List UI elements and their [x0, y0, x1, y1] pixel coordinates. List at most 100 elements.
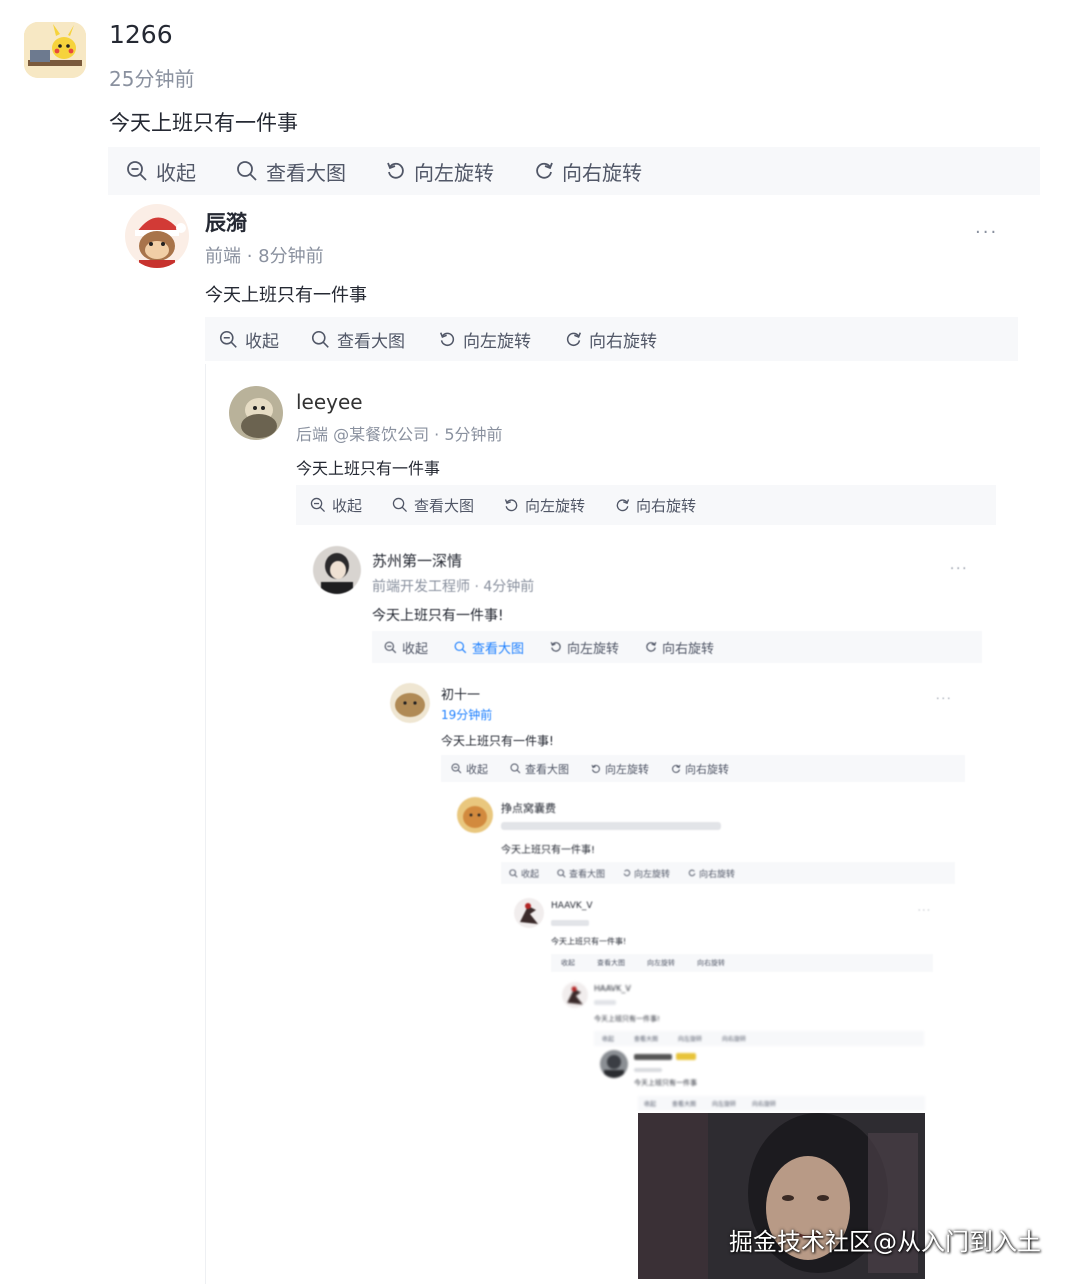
view-large-button[interactable]: 查看大图 [634, 1034, 658, 1043]
rotate-right-button[interactable]: 向右旋转 [671, 761, 729, 777]
post-content: 今天上班只有一件事! [501, 845, 596, 856]
rotate-left-button[interactable]: 向左旋转 [386, 157, 494, 186]
author-name[interactable]: leeyee [296, 390, 363, 414]
post-time-placeholder [551, 920, 589, 926]
rotate-right-button[interactable]: 向右旋转 [565, 327, 657, 352]
author-name[interactable]: HAAVK_V [594, 984, 631, 993]
avatar[interactable] [229, 386, 283, 440]
collapse-button[interactable]: 收起 [602, 1034, 614, 1043]
author-meta: 后端 @某餐饮公司 · 5分钟前 [296, 425, 503, 444]
search-icon [454, 641, 467, 653]
view-large-button[interactable]: 查看大图 [311, 327, 405, 352]
image-toolbar: 收起 查看大图 向左旋转 向右旋转 [551, 954, 933, 972]
avatar[interactable] [457, 797, 493, 833]
more-icon[interactable]: ··· [936, 692, 953, 705]
view-large-label: 查看大图 [525, 762, 569, 776]
rotate-left-button[interactable]: 向左旋转 [712, 1099, 736, 1108]
rotate-right-button[interactable]: 向右旋转 [752, 1099, 776, 1108]
collapse-label: 收起 [332, 496, 363, 515]
rotate-left-button[interactable]: 向左旋转 [623, 867, 670, 880]
avatar[interactable] [600, 1050, 628, 1078]
image-toolbar: 收起 查看大图 向左旋转 向右旋转 [108, 147, 1040, 195]
rotate-left-label: 向左旋转 [414, 160, 494, 185]
search-icon [237, 161, 257, 181]
rotate-right-button[interactable]: 向右旋转 [534, 157, 642, 186]
more-icon[interactable]: ··· [950, 562, 968, 577]
rotate-right-icon [646, 641, 657, 652]
post-time-placeholder [594, 1000, 616, 1005]
collapse-button[interactable]: 收起 [310, 495, 362, 516]
watermark: 掘金技术社区@从入门到入土 [729, 1228, 1041, 1256]
author-name[interactable]: 苏州第一深情 [372, 550, 462, 571]
avatar[interactable] [24, 22, 86, 78]
image-toolbar: 收起 查看大图 向左旋转 向右旋转 [372, 631, 982, 663]
rotate-right-button[interactable]: 向右旋转 [615, 495, 696, 516]
collapse-button[interactable]: 收起 [451, 761, 488, 777]
post-content: 今天上班只有一件事 [109, 111, 298, 135]
rotate-right-icon [536, 162, 553, 179]
more-icon[interactable]: ··· [975, 222, 998, 243]
rotate-right-icon [566, 331, 582, 346]
collapse-button[interactable]: 收起 [126, 157, 196, 186]
author-name[interactable]: 初十一 [441, 684, 480, 703]
rotate-left-label: 向左旋转 [463, 331, 531, 352]
view-large-button[interactable]: 查看大图 [236, 157, 346, 186]
collapse-label: 收起 [156, 160, 196, 185]
view-large-button[interactable]: 查看大图 [454, 638, 524, 657]
rotate-left-button[interactable]: 向左旋转 [647, 958, 675, 968]
view-large-label: 查看大图 [414, 496, 475, 515]
rotate-left-label: 向左旋转 [525, 496, 586, 515]
collapse-button[interactable]: 收起 [219, 327, 279, 352]
collapse-label: 收起 [402, 641, 429, 657]
collapse-button[interactable]: 收起 [509, 867, 539, 880]
post-content: 今天上班只有一件事! [594, 1015, 660, 1023]
avatar[interactable] [562, 982, 588, 1008]
collapse-label: 收起 [521, 869, 540, 880]
rotate-left-button[interactable]: 向左旋转 [591, 761, 649, 777]
author-name[interactable]: 挣点窝囊费 [501, 800, 556, 816]
avatar[interactable] [390, 683, 430, 723]
more-icon[interactable]: ··· [918, 906, 932, 915]
rotate-right-button[interactable]: 向右旋转 [688, 867, 735, 880]
zoom-out-icon [219, 330, 237, 348]
collapse-button[interactable]: 收起 [561, 958, 575, 968]
author-name-placeholder [634, 1054, 672, 1060]
search-icon [510, 763, 521, 774]
post-content: 今天上班只有一件事! [372, 608, 504, 624]
rotate-right-button[interactable]: 向右旋转 [697, 958, 725, 968]
view-large-button[interactable]: 查看大图 [597, 958, 625, 968]
rotate-left-button[interactable]: 向左旋转 [550, 638, 619, 657]
image-toolbar: 收起 查看大图 向左旋转 向右旋转 [594, 1031, 924, 1046]
view-large-button[interactable]: 查看大图 [672, 1099, 696, 1108]
search-icon [557, 868, 566, 878]
rotate-left-button[interactable]: 向左旋转 [439, 327, 531, 352]
rotate-left-icon [623, 869, 631, 877]
rotate-right-button[interactable]: 向右旋转 [645, 638, 714, 657]
rotate-left-label: 向左旋转 [634, 869, 671, 880]
rotate-right-label: 向右旋转 [685, 762, 729, 776]
author-name[interactable]: 1266 [109, 20, 173, 49]
view-large-button[interactable]: 查看大图 [392, 495, 474, 516]
zoom-out-icon [451, 763, 462, 774]
collapse-label: 收起 [466, 762, 488, 776]
rotate-left-icon [591, 764, 600, 773]
image-toolbar: 收起 查看大图 向左旋转 向右旋转 [296, 485, 996, 525]
zoom-out-icon [310, 497, 326, 513]
avatar[interactable] [313, 546, 361, 594]
zoom-out-icon [127, 161, 147, 181]
avatar[interactable] [125, 204, 189, 268]
collapse-button[interactable]: 收起 [384, 638, 428, 657]
post-time: 25分钟前 [109, 67, 195, 91]
author-meta-placeholder [501, 822, 721, 830]
avatar[interactable] [514, 898, 544, 928]
rotate-left-button[interactable]: 向左旋转 [504, 495, 585, 516]
rotate-right-button[interactable]: 向右旋转 [722, 1034, 746, 1043]
rotate-left-icon [504, 498, 518, 511]
view-large-button[interactable]: 查看大图 [557, 867, 605, 880]
view-large-button[interactable]: 查看大图 [510, 761, 569, 777]
rotate-left-button[interactable]: 向左旋转 [678, 1034, 702, 1043]
view-large-label: 查看大图 [569, 869, 606, 880]
author-name[interactable]: 辰漪 [205, 207, 247, 237]
author-name[interactable]: HAAVK_V [551, 901, 592, 911]
collapse-button[interactable]: 收起 [644, 1099, 656, 1108]
